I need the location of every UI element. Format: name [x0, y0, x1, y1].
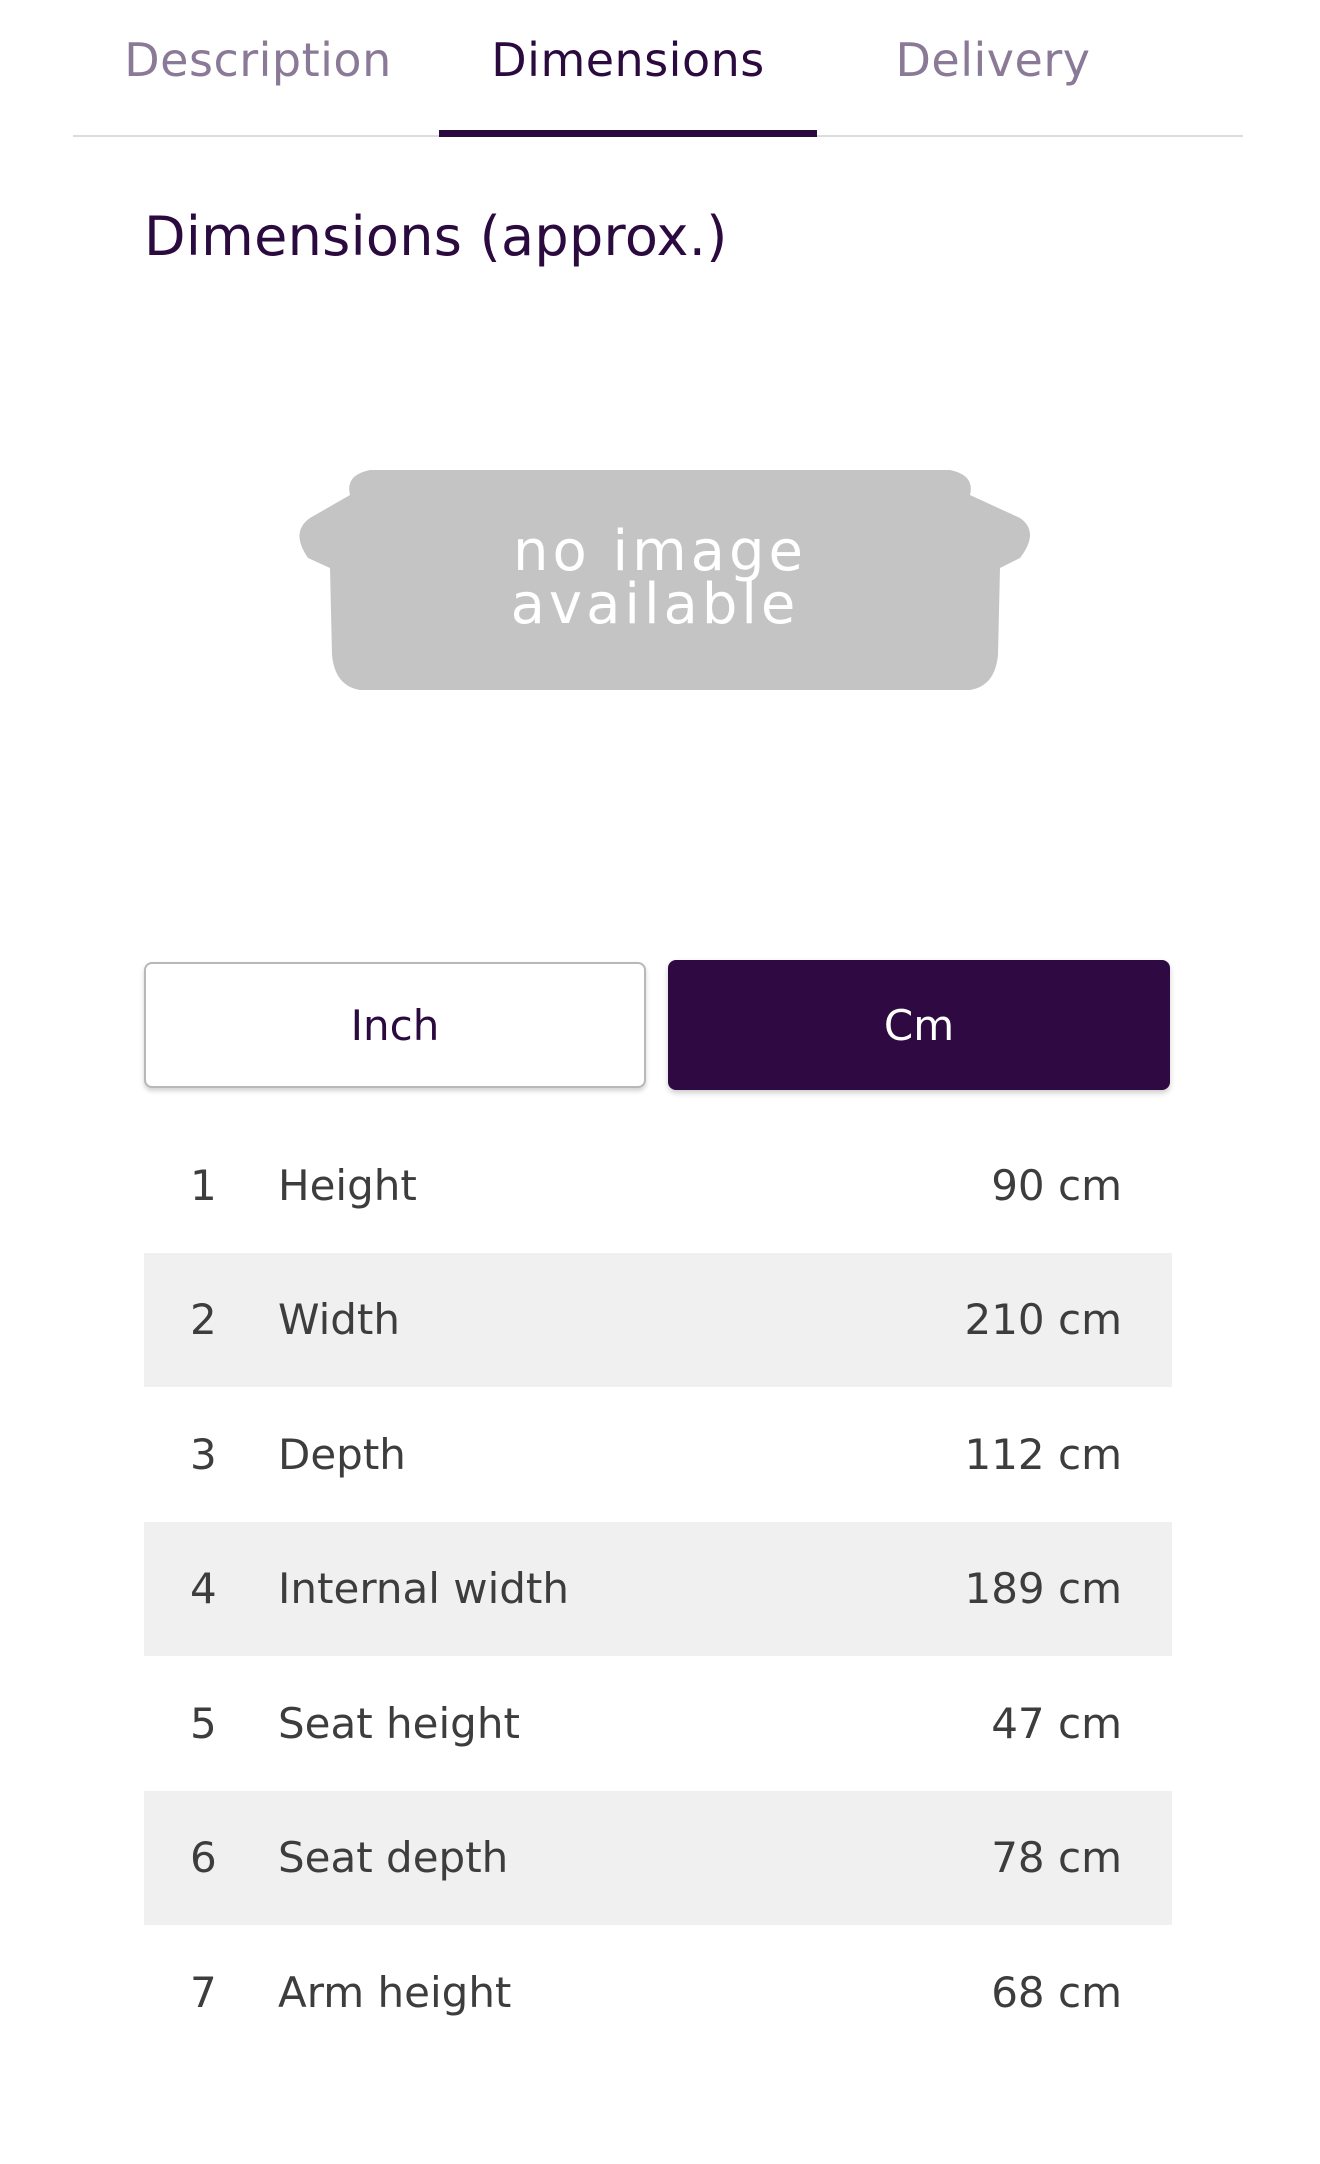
tab-bar: Description Dimensions Delivery: [73, 0, 1243, 137]
row-label: Width: [278, 1295, 401, 1345]
tab-description[interactable]: Description: [113, 22, 403, 135]
tab-dimensions[interactable]: Dimensions: [439, 22, 817, 137]
row-value: 112 cm: [964, 1429, 1122, 1479]
table-row: 6 Seat depth 78 cm: [144, 1790, 1172, 1925]
unit-toggle: Inch Cm: [144, 960, 1172, 1092]
row-value: 78 cm: [991, 1833, 1122, 1883]
row-number: 4: [190, 1564, 217, 1614]
row-number: 1: [190, 1160, 217, 1210]
row-label: Seat depth: [278, 1833, 509, 1883]
sofa-placeholder-icon: no image available: [299, 470, 1030, 690]
table-row: 7 Arm height 68 cm: [144, 1925, 1172, 2060]
row-label: Arm height: [278, 1967, 512, 2017]
section-title: Dimensions (approx.): [144, 205, 728, 268]
row-number: 3: [190, 1429, 217, 1479]
active-tab-indicator: [439, 130, 817, 137]
row-number: 7: [190, 1967, 217, 2017]
row-number: 5: [190, 1698, 217, 1748]
row-value: 47 cm: [991, 1698, 1122, 1748]
product-image-placeholder: no image available: [140, 440, 1180, 750]
placeholder-line2: available: [511, 572, 800, 637]
row-label: Internal width: [278, 1564, 569, 1614]
row-value: 90 cm: [991, 1160, 1122, 1210]
row-number: 6: [190, 1833, 217, 1883]
table-row: 2 Width 210 cm: [144, 1252, 1172, 1387]
table-row: 1 Height 90 cm: [144, 1118, 1172, 1253]
table-row: 4 Internal width 189 cm: [144, 1521, 1172, 1656]
row-value: 189 cm: [964, 1564, 1122, 1614]
tab-delivery[interactable]: Delivery: [853, 22, 1133, 135]
inch-button[interactable]: Inch: [144, 962, 646, 1088]
table-row: 3 Depth 112 cm: [144, 1387, 1172, 1522]
row-label: Seat height: [278, 1698, 520, 1748]
row-label: Depth: [278, 1429, 406, 1479]
tab-dimensions-label: Dimensions: [491, 33, 765, 87]
row-label: Height: [278, 1160, 417, 1210]
dimensions-table: 1 Height 90 cm 2 Width 210 cm 3 Depth 11…: [144, 1118, 1172, 2060]
table-row: 5 Seat height 47 cm: [144, 1656, 1172, 1791]
row-number: 2: [190, 1295, 217, 1345]
cm-button[interactable]: Cm: [668, 960, 1170, 1090]
row-value: 210 cm: [964, 1295, 1122, 1345]
row-value: 68 cm: [991, 1967, 1122, 2017]
